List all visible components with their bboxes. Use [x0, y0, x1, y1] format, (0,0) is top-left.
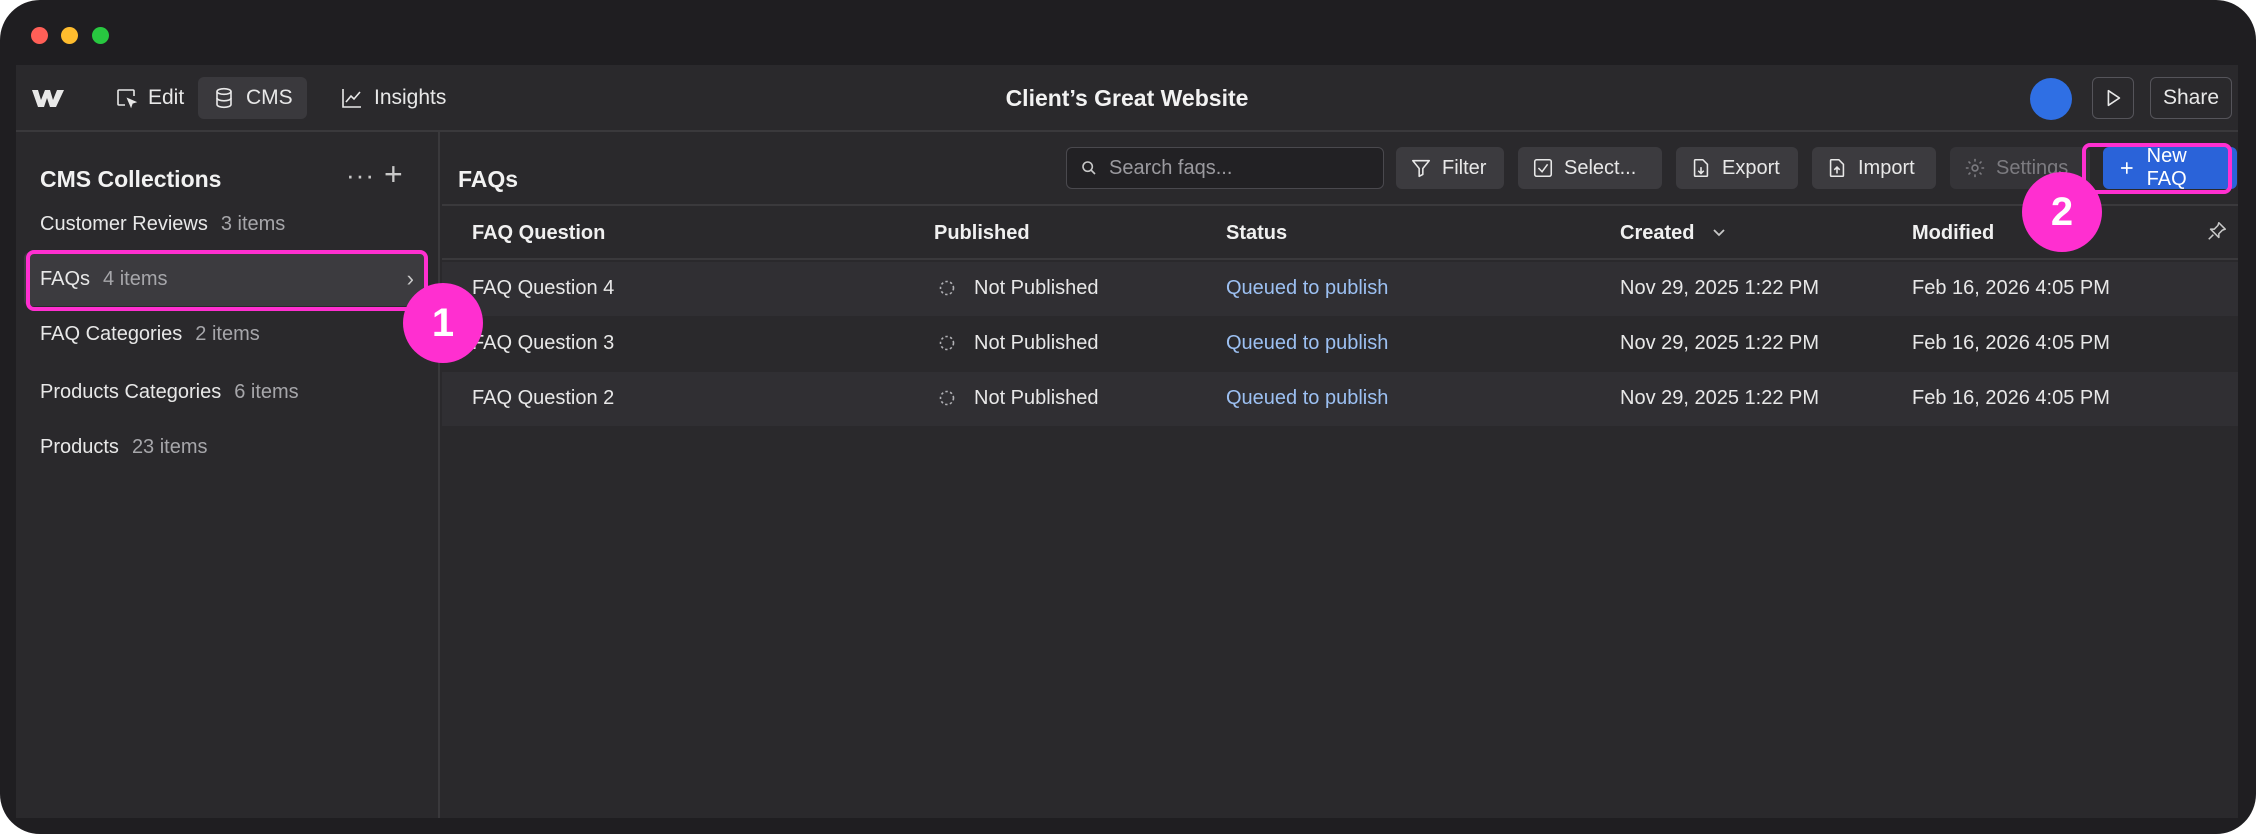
published-cell: Not Published [974, 387, 1099, 409]
table-row[interactable]: FAQ Question 3 Not Published Queued to p… [442, 317, 2238, 371]
pin-icon[interactable] [2206, 220, 2228, 242]
checkbox-icon [1533, 158, 1553, 178]
top-bar: Edit CMS Insights Client’s Great Website [16, 65, 2238, 132]
column-header-faq-question[interactable]: FAQ Question [472, 222, 605, 245]
collection-name: Products Categories [40, 380, 222, 403]
status-cell: Queued to publish [1226, 332, 1389, 354]
cursor-box-icon [117, 89, 138, 109]
avatar[interactable] [2030, 78, 2072, 120]
search-icon [1082, 161, 1096, 175]
search-field[interactable] [1066, 147, 1384, 189]
collection-title: FAQs [458, 166, 519, 192]
collection-name: Products [40, 435, 119, 458]
chevron-down-icon [1713, 229, 1725, 237]
column-header-created[interactable]: Created [1620, 222, 1694, 245]
play-icon [2107, 89, 2121, 107]
table-row[interactable]: FAQ Question 2 Not Published Queued to p… [442, 372, 2238, 426]
modified-cell: Feb 16, 2026 4:05 PM [1912, 332, 2110, 354]
export-label: Export [1722, 156, 1780, 179]
status-cell: Queued to publish [1226, 387, 1389, 409]
insights-nav-button[interactable]: Insights [326, 77, 460, 119]
collections-sidebar: CMS Collections ··· + Customer Reviews 3… [16, 132, 440, 818]
collection-name: FAQ Categories [40, 322, 183, 345]
filter-button[interactable]: Filter [1396, 147, 1504, 189]
table-header: FAQ Question Published Status Created Mo… [442, 206, 2238, 260]
gear-icon [1965, 158, 1985, 178]
collection-count: 2 items [195, 322, 260, 345]
modified-cell: Feb 16, 2026 4:05 PM [1912, 387, 2110, 409]
add-collection-icon[interactable]: + [384, 156, 403, 193]
more-options-icon[interactable]: ··· [346, 160, 375, 191]
column-header-status[interactable]: Status [1226, 222, 1287, 245]
cms-nav-button[interactable]: CMS [198, 77, 307, 119]
app-window: Edit CMS Insights Client’s Great Website [0, 0, 2256, 834]
collection-count: 3 items [220, 212, 286, 235]
collection-count: 23 items [131, 435, 208, 458]
step-badge-1: 1 [403, 283, 483, 363]
close-window-button[interactable] [31, 27, 48, 44]
table-row[interactable]: FAQ Question 4 Not Published Queued to p… [442, 262, 2238, 316]
published-cell: Not Published [974, 332, 1099, 354]
column-header-modified[interactable]: Modified [1912, 222, 1994, 245]
highlight-new-faq-button [2082, 143, 2232, 194]
collection-item-products-categories[interactable]: Products Categories 6 items [24, 365, 428, 419]
edit-nav-label: Edit [148, 86, 185, 109]
webflow-logo-icon[interactable] [30, 86, 66, 110]
published-cell: Not Published [974, 277, 1099, 299]
insights-nav-label: Insights [374, 86, 447, 109]
faq-question-cell: FAQ Question 4 [472, 277, 615, 299]
collection-item-products[interactable]: Products 23 items [24, 420, 428, 474]
faq-question-cell: FAQ Question 2 [472, 387, 615, 409]
collection-panel: FAQs Filter Select... [442, 132, 2238, 818]
collection-name: Customer Reviews [40, 212, 208, 235]
import-icon [1829, 158, 1845, 178]
sidebar-title: CMS Collections [40, 166, 222, 192]
import-label: Import [1858, 156, 1915, 179]
created-cell: Nov 29, 2025 1:22 PM [1620, 387, 1820, 409]
created-cell: Nov 29, 2025 1:22 PM [1620, 332, 1820, 354]
column-header-published[interactable]: Published [934, 222, 1030, 245]
faq-question-cell: FAQ Question 3 [472, 332, 615, 354]
minimize-window-button[interactable] [61, 27, 78, 44]
collection-count: 6 items [234, 380, 299, 403]
dashed-circle-icon [939, 280, 955, 296]
highlight-faqs-collection [26, 250, 428, 311]
import-button[interactable]: Import [1812, 147, 1936, 189]
dashed-circle-icon [939, 335, 955, 351]
select-label: Select... [1564, 156, 1637, 179]
collection-item-faq-categories[interactable]: FAQ Categories 2 items [24, 307, 428, 361]
step-badge-2: 2 [2022, 172, 2102, 252]
export-icon [1693, 158, 1709, 178]
dashed-circle-icon [939, 390, 955, 406]
cms-app: Edit CMS Insights Client’s Great Website [16, 65, 2238, 818]
filter-icon [1411, 159, 1431, 178]
search-input[interactable] [1109, 156, 1369, 180]
export-button[interactable]: Export [1676, 147, 1798, 189]
modified-cell: Feb 16, 2026 4:05 PM [1912, 277, 2110, 299]
database-icon [216, 87, 232, 109]
edit-nav-button[interactable]: Edit [100, 77, 198, 119]
select-button[interactable]: Select... [1518, 147, 1662, 189]
created-cell: Nov 29, 2025 1:22 PM [1620, 277, 1820, 299]
cms-nav-label: CMS [246, 86, 293, 109]
status-cell: Queued to publish [1226, 277, 1389, 299]
chart-icon [342, 89, 361, 108]
collection-item-customer-reviews[interactable]: Customer Reviews 3 items [24, 197, 428, 251]
share-button[interactable]: Share [2150, 77, 2232, 119]
zoom-window-button[interactable] [92, 27, 109, 44]
filter-label: Filter [1442, 156, 1487, 179]
preview-button[interactable] [2092, 77, 2134, 119]
